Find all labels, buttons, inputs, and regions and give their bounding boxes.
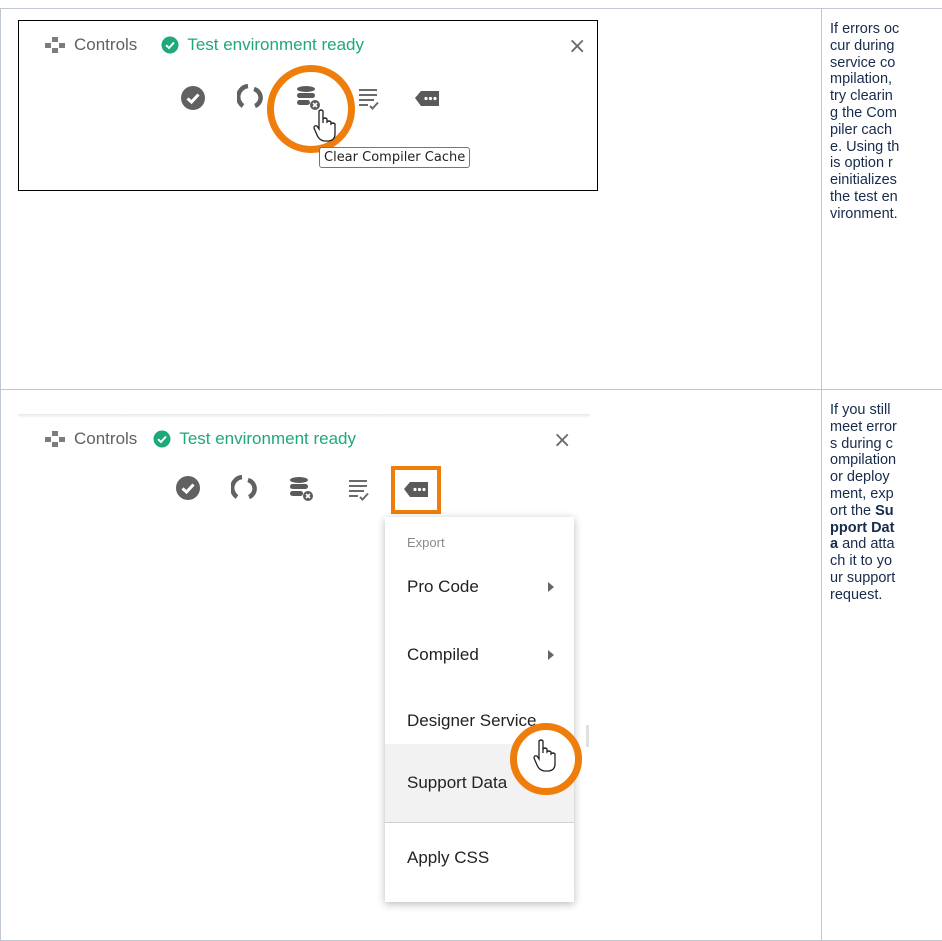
menu-item-compiled[interactable]: Compiled [385, 627, 574, 683]
menu-divider [385, 822, 574, 823]
gamepad-icon [44, 36, 66, 54]
clear-cache-icon[interactable] [288, 476, 314, 502]
highlight-ring [267, 65, 355, 153]
chevron-right-icon [548, 582, 554, 592]
more-icon[interactable] [414, 86, 440, 112]
text-cell-2: If you still meet errors during compilat… [822, 390, 942, 941]
hand-cursor-icon [532, 738, 558, 774]
refresh-icon[interactable] [231, 475, 257, 501]
logs-icon[interactable] [346, 477, 372, 503]
screenshot-edge [18, 414, 590, 418]
check-circle-icon [161, 36, 179, 54]
check-circle-icon [153, 430, 171, 448]
controls-header: Controls Test environment ready [44, 35, 364, 55]
more-icon[interactable] [403, 477, 429, 503]
refresh-icon[interactable] [237, 84, 263, 110]
gamepad-icon [44, 430, 66, 448]
controls-label: Controls [74, 429, 137, 449]
validate-icon[interactable] [175, 475, 201, 501]
hand-cursor-icon [312, 108, 338, 144]
description-1: If errors occur during service compilati… [830, 21, 900, 223]
close-icon[interactable]: × [568, 34, 586, 59]
export-menu: Export Pro Code Compiled Designer Servic… [385, 517, 574, 902]
status-text: Test environment ready [179, 429, 356, 449]
status-text: Test environment ready [187, 35, 364, 55]
description-2: If you still meet errors during compilat… [830, 402, 900, 604]
controls-header-2: Controls Test environment ready [44, 429, 356, 449]
menu-scrollbar[interactable] [586, 725, 589, 747]
menu-header: Export [407, 535, 445, 550]
validate-icon[interactable] [180, 85, 206, 111]
menu-item-apply-css[interactable]: Apply CSS [385, 830, 574, 886]
menu-item-pro-code[interactable]: Pro Code [385, 559, 574, 615]
text-cell-1: If errors occur during service compilati… [822, 9, 942, 390]
chevron-right-icon [548, 650, 554, 660]
controls-label: Controls [74, 35, 137, 55]
close-icon[interactable]: × [553, 428, 571, 453]
clear-cache-tooltip: Clear Compiler Cache [319, 147, 470, 168]
logs-icon[interactable] [356, 86, 382, 112]
